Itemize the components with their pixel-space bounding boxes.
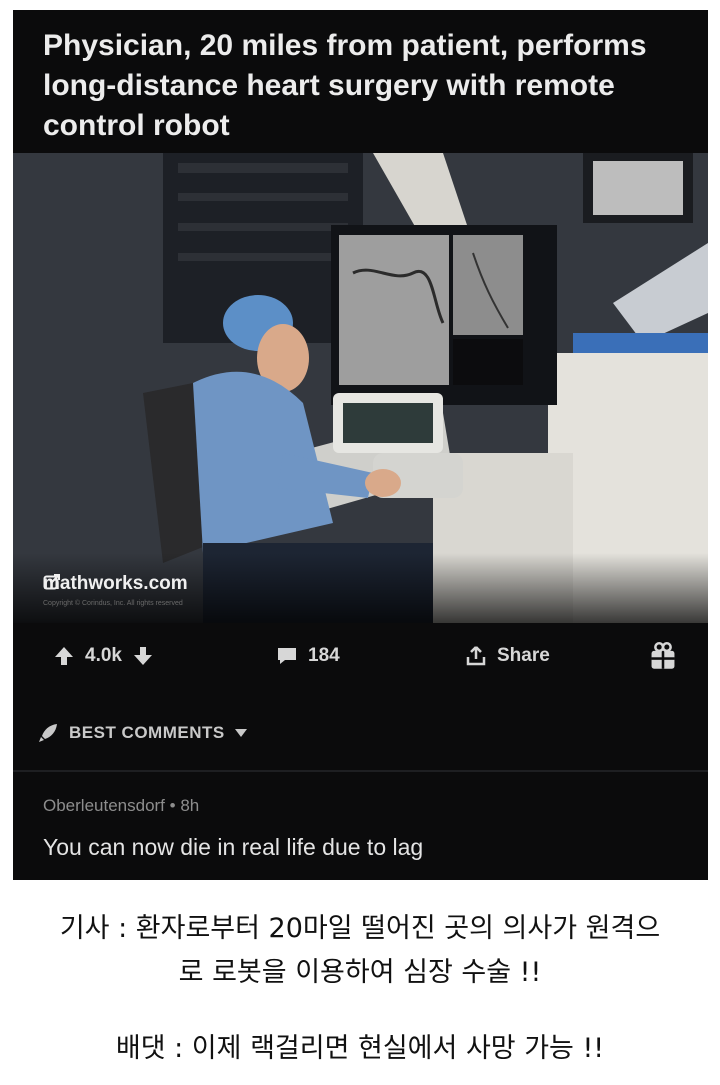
rocket-icon <box>39 724 57 742</box>
comment-sort-selector[interactable]: BEST COMMENTS <box>13 698 708 768</box>
arrow-up-icon[interactable] <box>53 645 75 667</box>
comment-count: 184 <box>308 644 340 666</box>
post-image[interactable]: mathworks.com Copyright © Corindus, Inc.… <box>13 153 708 623</box>
comment-meta: Oberleutensdorf • 8h <box>43 796 199 816</box>
comment-body: You can now die in real life due to lag <box>43 834 424 860</box>
vote-controls: 4.0k <box>53 623 154 688</box>
gift-icon <box>651 641 675 669</box>
comment-age: 8h <box>180 796 200 815</box>
divider <box>13 770 708 772</box>
caption-line-1: 기사 : 환자로부터 20마일 떨어진 곳의 의사가 원격으 <box>59 913 661 944</box>
meta-separator: • <box>169 796 176 815</box>
share-label: Share <box>497 644 550 666</box>
sort-label: BEST COMMENTS <box>69 723 225 742</box>
caret-down-icon <box>234 729 247 737</box>
link-domain[interactable]: mathworks.com <box>43 573 188 595</box>
image-copyright: Copyright © Corindus, Inc. All rights re… <box>43 600 183 607</box>
caption-line-2: 로 로봇을 이용하여 심장 수술 !! <box>178 957 542 988</box>
post-title[interactable]: Physician, 20 miles from patient, perfor… <box>43 26 683 146</box>
arrow-down-icon[interactable] <box>132 645 154 667</box>
comment-bubble-icon <box>278 647 296 664</box>
action-bar: 4.0k 184 Share <box>13 623 708 688</box>
vote-count: 4.0k <box>85 644 122 666</box>
caption-best-comment: 배댓 : 이제 랙걸리면 현실에서 사망 가능 !! <box>115 1033 605 1064</box>
link-domain-text: mathworks.com <box>43 573 188 594</box>
comments-button[interactable]: 184 <box>276 623 340 688</box>
award-button[interactable] <box>649 623 677 688</box>
comment-author[interactable]: Oberleutensdorf <box>43 796 165 815</box>
external-link-icon <box>43 574 60 590</box>
share-button[interactable]: Share <box>465 623 550 688</box>
caption-article: 기사 : 환자로부터 20마일 떨어진 곳의 의사가 원격으 로 로봇을 이용하… <box>0 907 720 995</box>
reddit-post: Physician, 20 miles from patient, perfor… <box>13 10 708 880</box>
share-icon <box>466 645 486 665</box>
